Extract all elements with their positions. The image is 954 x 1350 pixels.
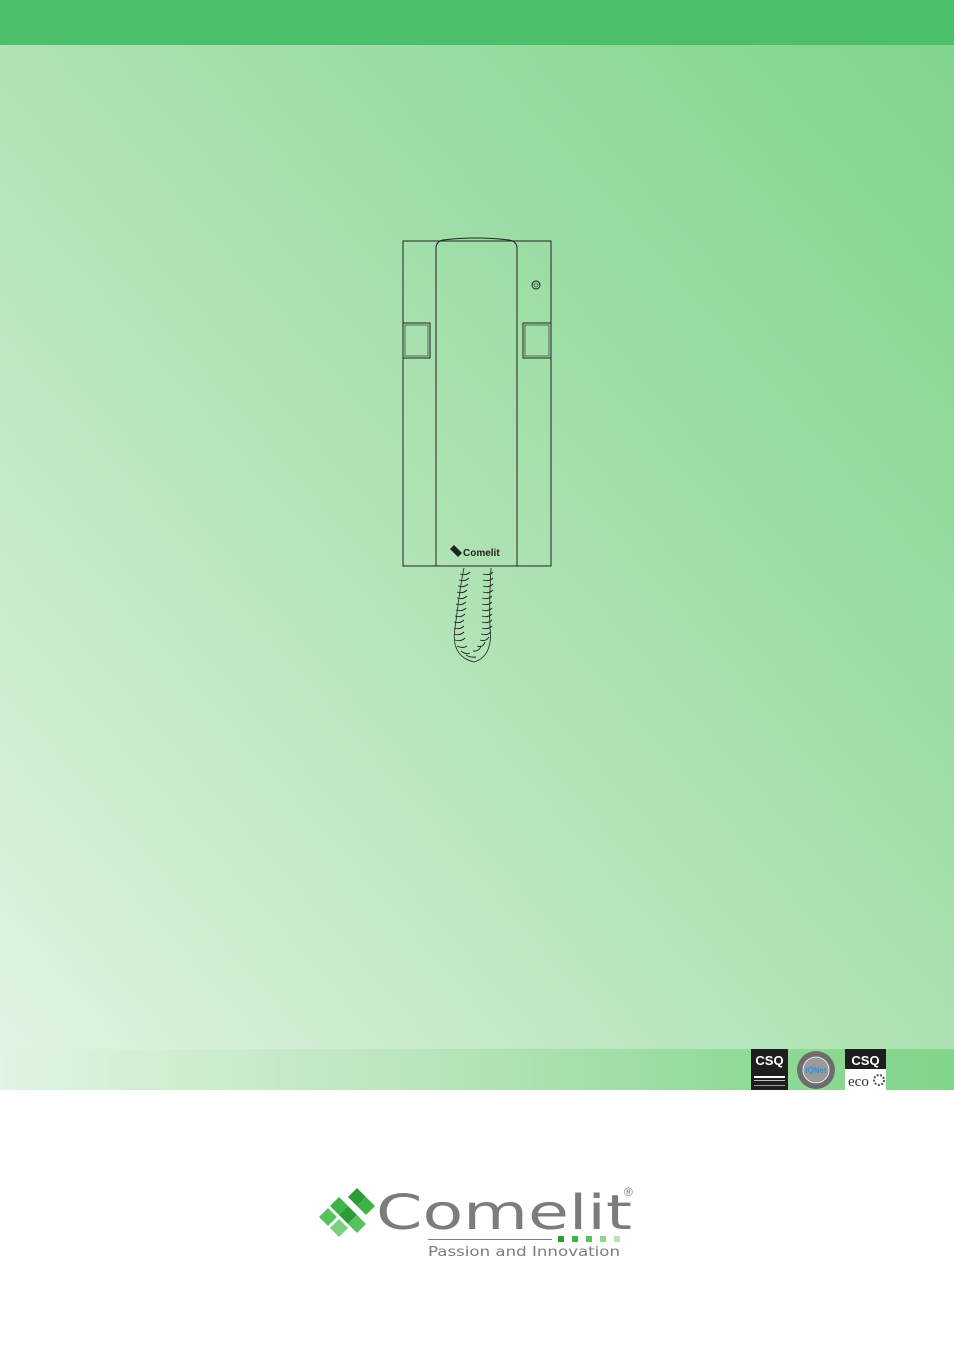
- logo-brand-text: Comelit: [376, 1185, 632, 1241]
- csq-certification-icon: CSQ: [751, 1049, 788, 1090]
- left-clip: [402, 322, 431, 359]
- svg-text:IQNet: IQNet: [805, 1066, 827, 1075]
- comelit-diamond-icon: [319, 1188, 375, 1237]
- logo-tagline: Passion and Innovation: [428, 1245, 620, 1260]
- registered-mark: ®: [624, 1185, 633, 1199]
- intercom-base: [402, 240, 552, 567]
- intercom-handset-illustration: Comelit: [402, 237, 552, 663]
- comelit-logo: Comelit ® Passion and Innovation: [319, 1185, 633, 1260]
- handset-cord: [453, 567, 494, 663]
- intercom-handset: [435, 237, 518, 567]
- front-comelit-logo-icon: [450, 545, 462, 557]
- svg-text:CSQ: CSQ: [755, 1053, 783, 1068]
- svg-text:CSQ: CSQ: [851, 1053, 879, 1068]
- svg-text:eco: eco: [848, 1074, 869, 1090]
- front-brand-text: Comelit: [463, 548, 500, 559]
- door-release-button: [531, 280, 541, 290]
- csq-eco-certification-icon: CSQ eco: [845, 1049, 886, 1090]
- right-clip: [522, 322, 552, 359]
- iqnet-certification-icon: IQNet: [797, 1051, 835, 1089]
- top-bar: [0, 0, 954, 45]
- logo-divider: [428, 1239, 552, 1240]
